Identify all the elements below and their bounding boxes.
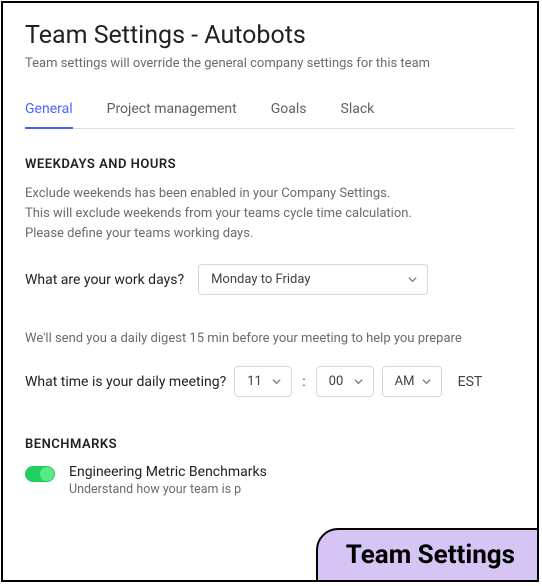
hour-value: 11 (247, 374, 262, 389)
ampm-value: AM (395, 374, 415, 389)
section-header-weekdays: WEEKDAYS AND HOURS (25, 157, 515, 172)
tab-project-management[interactable]: Project management (107, 93, 237, 129)
time-colon: : (300, 374, 307, 390)
info-line: This will exclude weekends from your tea… (25, 204, 515, 224)
page-subtitle: Team settings will override the general … (25, 56, 515, 71)
tab-goals[interactable]: Goals (271, 93, 307, 129)
chevron-down-icon (408, 275, 417, 284)
minute-select[interactable]: 00 (316, 366, 374, 397)
digest-info: We'll send you a daily digest 15 min bef… (25, 331, 515, 346)
weekdays-info: Exclude weekends has been enabled in you… (25, 184, 515, 244)
info-line: Please define your teams working days. (25, 224, 515, 244)
benchmarks-desc: Understand how your team is p (69, 482, 267, 497)
workdays-value: Monday to Friday (211, 272, 310, 287)
chevron-down-icon (422, 377, 431, 386)
workdays-select[interactable]: Monday to Friday (198, 264, 428, 295)
tab-slack[interactable]: Slack (341, 93, 375, 129)
page-title: Team Settings - Autobots (25, 21, 515, 50)
chevron-down-icon (272, 377, 281, 386)
meeting-time-label: What time is your daily meeting? (25, 374, 226, 390)
hour-select[interactable]: 11 (234, 366, 292, 397)
section-header-benchmarks: BENCHMARKS (25, 437, 515, 452)
tab-bar: General Project management Goals Slack (25, 93, 515, 129)
minute-value: 00 (329, 374, 344, 389)
tab-general[interactable]: General (25, 93, 73, 129)
overlay-badge: Team Settings (316, 528, 539, 582)
benchmarks-title: Engineering Metric Benchmarks (69, 464, 267, 480)
timezone-label: EST (458, 374, 483, 390)
info-line: Exclude weekends has been enabled in you… (25, 184, 515, 204)
benchmarks-toggle[interactable] (25, 466, 55, 482)
chevron-down-icon (354, 377, 363, 386)
ampm-select[interactable]: AM (382, 366, 442, 397)
workdays-label: What are your work days? (25, 272, 184, 288)
